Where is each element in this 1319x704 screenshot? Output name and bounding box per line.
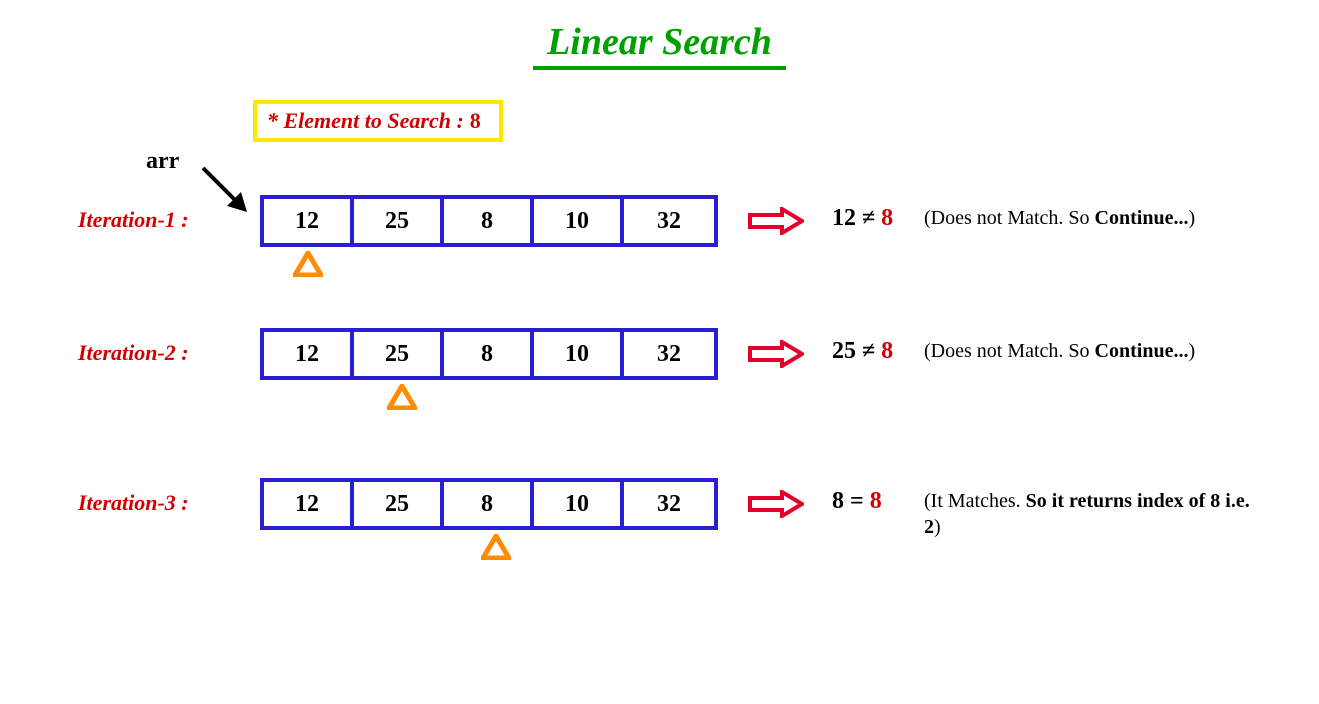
compare-right: 8 <box>881 205 893 231</box>
note-close: ) <box>1188 340 1195 362</box>
result-arrow-icon <box>748 490 804 518</box>
array-cell: 25 <box>354 482 444 526</box>
pointer-icon <box>387 384 417 410</box>
page-title: Linear Search <box>533 20 786 70</box>
compare-left: 8 <box>832 488 844 514</box>
search-target-box: * Element to Search : 8 <box>253 100 503 142</box>
array-cell: 12 <box>264 482 354 526</box>
compare-right: 8 <box>870 488 882 514</box>
array-row: 12 25 8 10 32 <box>260 478 718 530</box>
compare-op: = <box>850 488 864 514</box>
array-var-label: arr <box>146 148 179 175</box>
array-cell: 32 <box>624 332 714 376</box>
title-container: Linear Search <box>0 20 1319 70</box>
result-note: (It Matches. So it returns index of 8 i.… <box>924 488 1254 540</box>
search-label: * Element to Search : <box>267 108 464 134</box>
pointer-icon <box>481 534 511 560</box>
compare-left: 12 <box>832 205 856 231</box>
iteration-label: Iteration-1 : <box>78 207 189 233</box>
compare-right: 8 <box>881 338 893 364</box>
search-value: 8 <box>470 108 481 134</box>
array-cell: 32 <box>624 199 714 243</box>
array-row: 12 25 8 10 32 <box>260 195 718 247</box>
array-cell: 10 <box>534 482 624 526</box>
array-cell: 8 <box>444 482 534 526</box>
array-cell: 25 <box>354 199 444 243</box>
comparison: 12 ≠ 8 <box>832 205 893 232</box>
note-plain: (Does not Match. So <box>924 207 1095 229</box>
note-bold: Continue... <box>1095 207 1189 229</box>
pointer-icon <box>293 251 323 277</box>
result-note: (Does not Match. So Continue...) <box>924 205 1195 231</box>
compare-op: ≠ <box>862 205 875 231</box>
array-cell: 25 <box>354 332 444 376</box>
result-arrow-icon <box>748 340 804 368</box>
compare-left: 25 <box>832 338 856 364</box>
note-close: ) <box>1188 207 1195 229</box>
array-cell: 10 <box>534 199 624 243</box>
result-note: (Does not Match. So Continue...) <box>924 338 1195 364</box>
array-row: 12 25 8 10 32 <box>260 328 718 380</box>
comparison: 25 ≠ 8 <box>832 338 893 365</box>
compare-op: ≠ <box>862 338 875 364</box>
note-bold: Continue... <box>1095 340 1189 362</box>
result-arrow-icon <box>748 207 804 235</box>
iteration-label: Iteration-2 : <box>78 340 189 366</box>
array-cell: 10 <box>534 332 624 376</box>
array-cell: 12 <box>264 199 354 243</box>
comparison: 8 = 8 <box>832 488 882 515</box>
arr-arrow-icon <box>195 160 255 220</box>
iteration-label: Iteration-3 : <box>78 490 189 516</box>
array-cell: 12 <box>264 332 354 376</box>
note-plain: (Does not Match. So <box>924 340 1095 362</box>
array-cell: 8 <box>444 332 534 376</box>
note-plain: (It Matches. <box>924 490 1026 512</box>
note-close: ) <box>934 516 941 538</box>
array-cell: 32 <box>624 482 714 526</box>
array-cell: 8 <box>444 199 534 243</box>
